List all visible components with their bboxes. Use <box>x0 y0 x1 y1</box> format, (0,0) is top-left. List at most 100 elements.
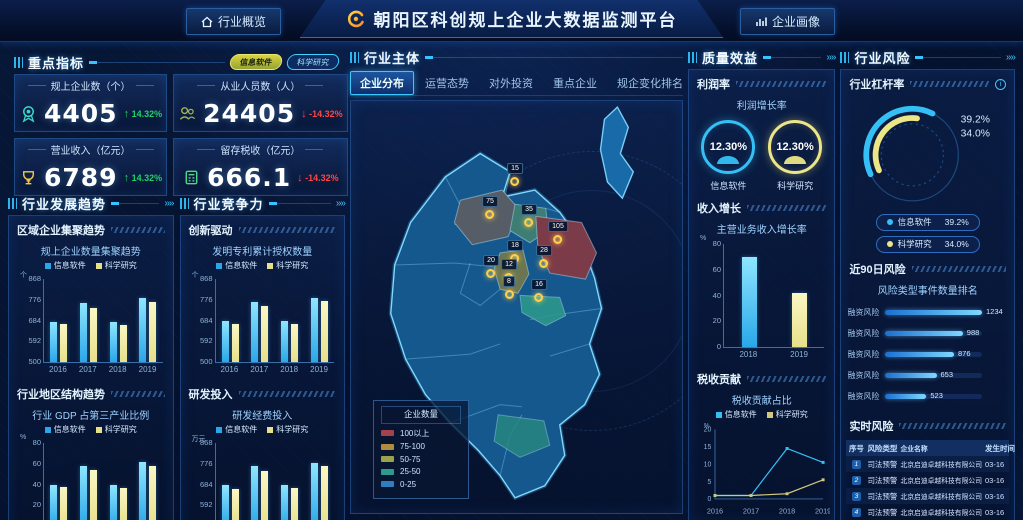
info-icon[interactable]: i <box>995 79 1006 90</box>
hatch-deco <box>111 227 165 233</box>
more-arrow[interactable]: »» <box>336 198 345 209</box>
gauge-value: 12.30% <box>710 141 747 153</box>
table-row[interactable]: 1司法预警北京启迪卓越科技有限公司03-16 <box>846 456 1009 472</box>
map-marker[interactable]: 28 <box>536 239 552 268</box>
rnd-spend-chart: 信息软件科学研究万元500592684776868201620172018201… <box>187 424 339 520</box>
svg-text:2017: 2017 <box>743 507 759 516</box>
map-marker[interactable]: 35 <box>521 198 537 227</box>
map-marker[interactable]: 15 <box>507 157 523 186</box>
more-arrow[interactable]: »» <box>164 198 173 209</box>
map-marker-value: 12 <box>501 259 517 270</box>
tab-2[interactable]: 对外投资 <box>480 72 542 94</box>
svg-text:15: 15 <box>704 444 712 451</box>
tax-share-chart: 信息软件科学研究%051015202016201720182019 <box>693 409 830 520</box>
section-deco-icon <box>180 198 189 209</box>
stat-card-value: 6789 <box>44 163 118 192</box>
platform-logo-icon <box>346 9 366 29</box>
tab-1[interactable]: 运营态势 <box>416 72 478 94</box>
tab-4[interactable]: 规企变化排名 <box>608 72 692 94</box>
table-row[interactable]: 4司法预警北京启迪卓越科技有限公司03-16 <box>846 504 1009 520</box>
risk-rank-row: 融资风险876 <box>847 349 1008 360</box>
title-banner: 朝阳区科创规上企业大数据监测平台 <box>300 0 724 38</box>
chart-title: 规上企业数量集聚趋势 <box>9 243 173 258</box>
chart-title: 风险类型事件数量排名 <box>841 282 1014 297</box>
stat-card-3: 留存税收（亿元）666.1↓ -14.32% <box>173 138 348 196</box>
section-deco-icon <box>840 52 849 63</box>
profit-gauges: 12.30%信息软件12.30%科学研究 <box>689 112 834 194</box>
bar-plot: 个500592684776868 <box>43 279 163 363</box>
indicator-filter-pills: 信息软件科学研究 <box>230 54 339 70</box>
more-arrow[interactable]: »» <box>826 52 835 63</box>
main-section-header: 行业主体 <box>350 48 683 66</box>
chart-title: 发明专利累计授权数量 <box>181 243 345 258</box>
risk-rank-row: 融资风险523 <box>847 391 1008 402</box>
quality-column: 质量效益 »» 利润率 利润增长率 12.30%信息软件12.30%科学研究 收… <box>688 48 835 514</box>
svg-text:39.2%: 39.2% <box>961 115 990 126</box>
block-title: 行业地区结构趋势 <box>17 386 105 402</box>
filter-pill-0[interactable]: 信息软件 <box>229 54 284 70</box>
tab-0[interactable]: 企业分布 <box>350 71 414 95</box>
stat-card-label: 留存税收（亿元） <box>178 142 343 157</box>
patent-chart: 信息软件科学研究个5005926847768682016201720182019 <box>187 260 339 374</box>
map-marker[interactable]: 8 <box>503 270 515 299</box>
section-title: 行业发展趋势 <box>22 194 106 213</box>
calculator-icon <box>182 168 201 187</box>
stat-card-delta: ↓ -14.32% <box>301 108 343 120</box>
map-marker-value: 28 <box>536 245 552 256</box>
income-sub-header: 收入增长 <box>689 194 834 219</box>
map-pin-icon <box>554 235 563 244</box>
recent-risk-sub-header: 近90日风险 <box>841 255 1014 280</box>
hatch-deco <box>747 376 826 382</box>
bar-plot: 万元500592684776868 <box>215 443 335 520</box>
compete-sub2-header: 研发投入 <box>181 380 345 405</box>
section-line <box>763 57 821 58</box>
nav-industry-overview[interactable]: 行业概览 <box>186 8 281 35</box>
svg-text:2016: 2016 <box>707 507 723 516</box>
nav-enterprise-profile[interactable]: 企业画像 <box>740 8 835 35</box>
district-map-panel: 15753510518282012816 企业数量 100以上75-10050-… <box>350 100 683 514</box>
gather-trend-chart: 信息软件科学研究个5005926847768682016201720182019 <box>15 260 167 374</box>
bar-plot: %020406080 <box>43 443 163 520</box>
map-marker-value: 35 <box>521 204 537 215</box>
map-marker-value: 20 <box>483 255 499 266</box>
main-tab-bar: 企业分布运营态势对外投资重点企业规企变化排名 <box>350 70 683 96</box>
map-marker[interactable]: 16 <box>531 273 547 302</box>
bar-chart-icon <box>755 16 767 28</box>
home-icon <box>201 16 213 28</box>
map-marker[interactable]: 75 <box>482 190 498 219</box>
profit-gauge: 12.30%科学研究 <box>768 120 822 192</box>
dashboard-body: 重点指标 信息软件科学研究 规上企业数（个）4405↑ 14.32%从业人员数（… <box>0 42 1023 520</box>
trend-header: 行业发展趋势 »» <box>8 194 174 212</box>
competitiveness-section: 行业竞争力 »» 创新驱动 发明专利累计授权数量 信息软件科学研究个500592… <box>180 194 346 520</box>
realtime-sub-header: 实时风险 <box>841 412 1014 437</box>
map-pin-icon <box>539 259 548 268</box>
map-marker[interactable]: 20 <box>483 249 499 278</box>
map-legend-title: 企业数量 <box>381 406 461 424</box>
stat-card-label: 规上企业数（个） <box>19 78 162 93</box>
line-plot: %051015202016201720182019 <box>693 422 830 517</box>
leverage-legend-item[interactable]: 科学研究34.0% <box>876 236 980 253</box>
block-title: 行业杠杆率 <box>849 76 904 92</box>
stat-card-0: 规上企业数（个） 4405 ↑ 14.32% <box>14 74 167 132</box>
risk-column: 行业风险 »» 行业杠杆率 i 39.2%34.0% 信息软件39.2%科学研究… <box>840 48 1015 514</box>
page-title: 朝阳区科创规上企业大数据监测平台 <box>374 6 678 31</box>
more-arrow[interactable]: »» <box>1006 52 1015 63</box>
key-indicators-panel: 重点指标 信息软件科学研究 规上企业数（个）4405↑ 14.32%从业人员数（… <box>8 48 345 188</box>
gdp-share-chart: 信息软件科学研究%0204060802016201720182019 <box>15 424 167 520</box>
risk-rank-row: 融资风险1234 <box>847 307 1008 318</box>
svg-text:10: 10 <box>704 461 712 468</box>
stat-card-delta: ↑ 14.32% <box>124 108 163 120</box>
left-chart-row: 行业发展趋势 »» 区域企业集聚趋势 规上企业数量集聚趋势 信息软件科学研究个5… <box>8 194 345 520</box>
leverage-legend-item[interactable]: 信息软件39.2% <box>876 214 980 231</box>
table-row[interactable]: 3司法预警北京启迪卓越科技有限公司03-16 <box>846 488 1009 504</box>
stat-card-2: 营业收入（亿元）6789↑ 14.32% <box>14 138 167 196</box>
table-row[interactable]: 2司法预警北京启迪卓越科技有限公司03-16 <box>846 472 1009 488</box>
quality-panel: 利润率 利润增长率 12.30%信息软件12.30%科学研究 收入增长 主营业务… <box>688 69 835 520</box>
stat-card-value: 4405 <box>44 99 118 128</box>
filter-pill-1[interactable]: 科学研究 <box>286 54 341 70</box>
tab-3[interactable]: 重点企业 <box>544 72 606 94</box>
chart-legend: 信息软件科学研究 <box>693 409 830 420</box>
left-column: 重点指标 信息软件科学研究 规上企业数（个）4405↑ 14.32%从业人员数（… <box>8 48 345 514</box>
medal-icon <box>19 104 38 123</box>
map-legend-row: 25-50 <box>381 467 461 476</box>
